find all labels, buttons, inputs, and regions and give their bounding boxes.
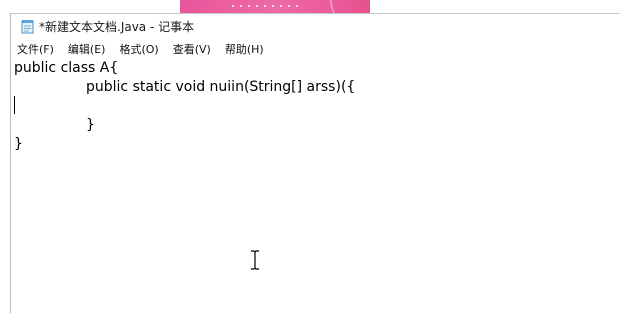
code-line-1: public class A{ — [14, 60, 119, 76]
ibeam-cursor-icon — [251, 250, 259, 270]
wallpaper-ring — [330, 0, 370, 14]
menu-view[interactable]: 查看(V) — [173, 41, 211, 57]
text-editor-area[interactable]: public class A{ public static void nuiin… — [11, 59, 620, 313]
wallpaper-dots — [232, 5, 302, 7]
window-title: *新建文本文档.Java - 记事本 — [39, 19, 195, 34]
menu-file[interactable]: 文件(F) — [17, 41, 54, 57]
code-line-4: } — [86, 117, 95, 133]
title-bar[interactable]: *新建文本文档.Java - 记事本 — [11, 14, 620, 38]
menu-help[interactable]: 帮助(H) — [225, 41, 264, 57]
text-caret — [14, 96, 15, 114]
menu-format[interactable]: 格式(O) — [119, 41, 158, 57]
notepad-window: *新建文本文档.Java - 记事本 文件(F) 编辑(E) 格式(O) 查看(… — [10, 13, 620, 313]
notepad-icon — [21, 19, 34, 34]
code-line-2: public static void nuiin(String[] arss)(… — [86, 79, 356, 95]
code-line-5: } — [14, 136, 23, 152]
menu-bar: 文件(F) 编辑(E) 格式(O) 查看(V) 帮助(H) — [11, 39, 620, 59]
menu-edit[interactable]: 编辑(E) — [68, 41, 106, 57]
desktop-background — [180, 0, 370, 14]
